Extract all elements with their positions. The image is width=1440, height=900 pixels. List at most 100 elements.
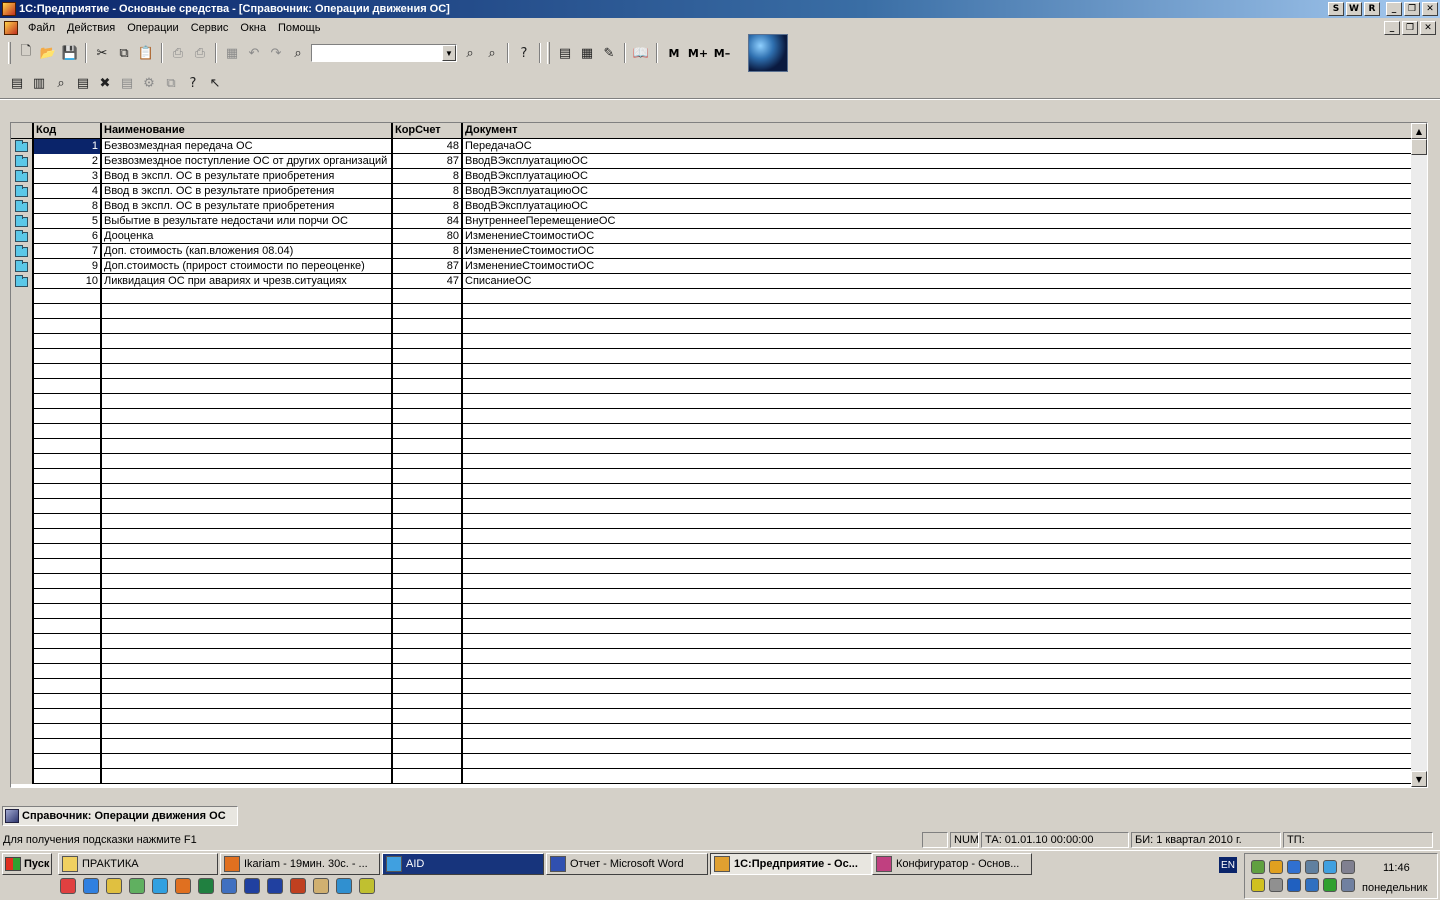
tray-disk-icon[interactable] xyxy=(1269,878,1283,892)
cell-name[interactable] xyxy=(102,424,393,439)
table-row[interactable] xyxy=(11,559,1413,574)
quick-launch-disk-icon[interactable] xyxy=(267,878,283,894)
cell-code[interactable] xyxy=(34,454,102,469)
table-row[interactable]: 7 Доп. стоимость (кап.вложения 08.04) 8 Изм… xyxy=(11,244,1413,259)
quick-launch-chat-icon[interactable] xyxy=(313,878,329,894)
table-row[interactable] xyxy=(11,544,1413,559)
cell-document[interactable] xyxy=(463,679,1413,694)
menu-help[interactable]: Помощь xyxy=(272,22,327,34)
move-row-icon[interactable]: ▤ xyxy=(116,72,138,94)
column-header-name[interactable]: Наименование xyxy=(102,123,393,139)
table-row[interactable] xyxy=(11,604,1413,619)
cell-account[interactable] xyxy=(393,379,463,394)
menu-service[interactable]: Сервис xyxy=(185,22,235,34)
table-row[interactable] xyxy=(11,634,1413,649)
cell-code[interactable] xyxy=(34,529,102,544)
question-icon[interactable]: ? xyxy=(182,72,204,94)
table-row[interactable] xyxy=(11,289,1413,304)
new-group-icon[interactable]: ▥ xyxy=(28,72,50,94)
cell-name[interactable] xyxy=(102,619,393,634)
cell-code[interactable]: 10 xyxy=(34,274,102,289)
cell-account[interactable] xyxy=(393,604,463,619)
cell-document[interactable] xyxy=(463,649,1413,664)
tray-skype-icon[interactable] xyxy=(1287,860,1301,874)
cell-code[interactable]: 9 xyxy=(34,259,102,274)
quick-launch-firefox-icon[interactable] xyxy=(175,878,191,894)
table-row[interactable] xyxy=(11,724,1413,739)
undo-icon[interactable]: ↶ xyxy=(243,42,265,64)
tray-network-icon[interactable] xyxy=(1251,860,1265,874)
paste-icon[interactable]: 📋 xyxy=(135,42,157,64)
quick-launch-skype-icon[interactable] xyxy=(152,878,168,894)
table-row[interactable] xyxy=(11,409,1413,424)
child-close-icon[interactable]: ✕ xyxy=(1420,21,1436,35)
taskbar-task[interactable]: Конфигуратор - Основ... xyxy=(872,853,1032,875)
cell-account[interactable] xyxy=(393,364,463,379)
table-row[interactable] xyxy=(11,679,1413,694)
cell-account[interactable] xyxy=(393,424,463,439)
column-header-code[interactable]: Код xyxy=(34,123,102,139)
cell-name[interactable] xyxy=(102,739,393,754)
quick-launch-ie-icon[interactable] xyxy=(83,878,99,894)
cell-account[interactable] xyxy=(393,664,463,679)
cell-name[interactable]: Доп.стоимость (прирост стоимости по пере… xyxy=(102,259,393,274)
search-combo[interactable]: ▼ xyxy=(311,44,457,62)
memory-minus-button[interactable]: M– xyxy=(710,42,734,64)
cell-code[interactable] xyxy=(34,334,102,349)
cell-name[interactable] xyxy=(102,634,393,649)
table-row[interactable] xyxy=(11,499,1413,514)
cell-code[interactable] xyxy=(34,619,102,634)
open-folder-icon[interactable]: 📂 xyxy=(37,42,59,64)
select-pointer-icon[interactable]: ↖ xyxy=(204,72,226,94)
quick-launch-app-icon[interactable] xyxy=(221,878,237,894)
print-preview-icon[interactable]: ⎙ xyxy=(189,42,211,64)
cell-account[interactable]: 8 xyxy=(393,244,463,259)
cell-code[interactable] xyxy=(34,364,102,379)
cell-document[interactable] xyxy=(463,439,1413,454)
tray-hand-icon[interactable] xyxy=(1251,878,1265,892)
cell-document[interactable]: ИзменениеСтоимостиОС xyxy=(463,229,1413,244)
cell-account[interactable] xyxy=(393,409,463,424)
child-minimize-icon[interactable]: _ xyxy=(1384,21,1400,35)
app-icon[interactable] xyxy=(2,2,16,16)
table-row[interactable] xyxy=(11,709,1413,724)
cell-account[interactable] xyxy=(393,529,463,544)
column-header-document[interactable]: Документ xyxy=(463,123,1413,139)
tray-lightning-icon[interactable] xyxy=(1287,878,1301,892)
column-header-account[interactable]: КорСчет xyxy=(393,123,463,139)
cell-code[interactable] xyxy=(34,649,102,664)
cell-name[interactable] xyxy=(102,574,393,589)
document-icon[interactable] xyxy=(4,21,18,35)
cell-code[interactable] xyxy=(34,379,102,394)
restore-icon[interactable]: ❐ xyxy=(1404,2,1420,16)
quick-launch-save-icon[interactable] xyxy=(244,878,260,894)
cell-account[interactable] xyxy=(393,499,463,514)
menu-operations[interactable]: Операции xyxy=(121,22,184,34)
quick-launch-9-icon[interactable] xyxy=(290,878,306,894)
switch-w-button[interactable]: W xyxy=(1346,2,1362,16)
vertical-scrollbar[interactable]: ▲ ▼ xyxy=(1411,123,1427,787)
cell-document[interactable] xyxy=(463,334,1413,349)
hierarchy-icon[interactable]: ⚙ xyxy=(138,72,160,94)
calendar-icon[interactable]: ▦ xyxy=(576,42,598,64)
cell-document[interactable] xyxy=(463,424,1413,439)
table-row[interactable] xyxy=(11,454,1413,469)
cell-account[interactable] xyxy=(393,349,463,364)
cell-document[interactable]: ВводВЭксплуатациюОС xyxy=(463,199,1413,214)
tray-circle-icon[interactable] xyxy=(1323,878,1337,892)
cell-code[interactable] xyxy=(34,289,102,304)
cell-code[interactable] xyxy=(34,514,102,529)
scroll-down-icon[interactable]: ▼ xyxy=(1411,771,1427,787)
tray-pc-icon[interactable] xyxy=(1341,860,1355,874)
taskbar-task[interactable]: ПРАКТИКА xyxy=(58,853,218,875)
cut-icon[interactable]: ✂ xyxy=(91,42,113,64)
find-next-icon[interactable]: ⌕ xyxy=(459,42,481,64)
cell-document[interactable] xyxy=(463,634,1413,649)
cell-code[interactable] xyxy=(34,559,102,574)
tray-ti-icon[interactable] xyxy=(1305,878,1319,892)
cell-name[interactable] xyxy=(102,679,393,694)
cell-name[interactable]: Ввод в экспл. ОС в результате приобретен… xyxy=(102,169,393,184)
table-row[interactable]: 8 Ввод в экспл. ОС в результате приобрете… xyxy=(11,199,1413,214)
cell-code[interactable] xyxy=(34,499,102,514)
minimize-icon[interactable]: _ xyxy=(1386,2,1402,16)
